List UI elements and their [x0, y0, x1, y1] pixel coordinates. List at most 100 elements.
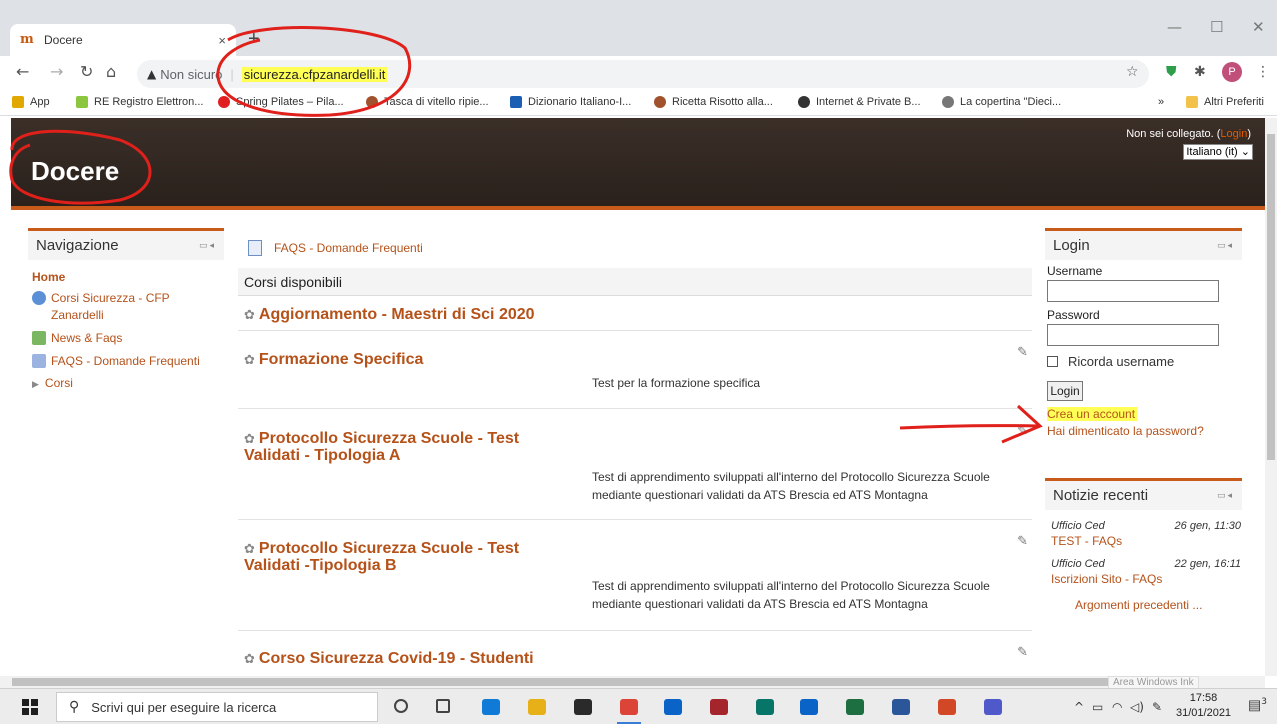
publisher-icon[interactable] [756, 699, 774, 715]
username-label: Username [1047, 264, 1103, 278]
main-content: FAQS - Domande Frequenti Corsi disponibi… [238, 228, 1032, 673]
task-view-icon[interactable] [436, 699, 450, 713]
browser-tab[interactable]: m Docere × [10, 24, 236, 56]
word-icon[interactable] [892, 699, 910, 715]
block-controls-icon[interactable]: ▭◂ [1217, 490, 1234, 501]
vertical-scrollbar[interactable] [1265, 118, 1277, 676]
file-explorer-icon[interactable] [528, 699, 546, 715]
taskbar-search-input[interactable]: ⚲ Scrivi qui per eseguire la ricerca [56, 692, 378, 722]
menu-kebab-icon[interactable]: ⋮ [1256, 64, 1270, 80]
language-select[interactable]: Italiano (it) ⌄ [1183, 144, 1253, 160]
nav-item-news[interactable]: News & Faqs [32, 330, 224, 347]
maximize-icon[interactable]: ☐ [1210, 18, 1223, 36]
address-bar-row: ← → ↻ ⌂ ▲ Non sicuro | sicurezza.cfpzana… [0, 56, 1277, 90]
nav-item-corsi[interactable]: ▶ Corsi [32, 376, 224, 390]
teams-icon[interactable] [984, 699, 1002, 715]
bookmark-star-icon[interactable]: ☆ [1126, 64, 1139, 80]
more-bookmarks-button[interactable]: » [1158, 96, 1164, 108]
forward-icon[interactable]: → [50, 62, 63, 81]
bookmark-dizionario[interactable]: Dizionario Italiano-I... [510, 96, 631, 108]
tray-overflow-icon[interactable]: ^ [1074, 700, 1084, 714]
course-title-link[interactable]: ✿ Formazione Specifica [244, 351, 564, 368]
close-tab-icon[interactable]: × [218, 33, 226, 48]
reload-icon[interactable]: ↻ [80, 62, 93, 81]
bookmarks-bar: App RE Registro Elettron... Spring Pilat… [0, 90, 1277, 116]
bookmark-copertina[interactable]: La copertina "Dieci... [942, 96, 1061, 108]
excel-icon[interactable] [846, 699, 864, 715]
login-button[interactable]: Login [1047, 381, 1083, 401]
course-title: Protocollo Sicurezza Scuole - Test Valid… [244, 540, 520, 574]
bookmark-registro[interactable]: RE Registro Elettron... [76, 96, 203, 108]
edit-course-icon[interactable]: ✎ [1017, 645, 1028, 660]
forgot-password-link[interactable]: Hai dimenticato la password? [1047, 424, 1242, 438]
remember-checkbox[interactable] [1047, 356, 1058, 367]
extensions-puzzle-icon[interactable]: ✱ [1194, 64, 1206, 80]
windows-start-icon[interactable] [22, 699, 38, 715]
faq-resource-link[interactable]: FAQS - Domande Frequenti [238, 228, 1032, 268]
nav-item-corsi-sicurezza[interactable]: Corsi Sicurezza - CFP Zanardelli [32, 290, 224, 324]
store-icon[interactable] [574, 699, 592, 715]
news-title-link[interactable]: Iscrizioni Sito - FAQs [1051, 572, 1242, 586]
bookmark-label: Spring Pilates – Pila... [236, 96, 344, 108]
bookmark-risotto[interactable]: Ricetta Risotto alla... [654, 96, 773, 108]
volume-icon[interactable]: ◁) [1130, 700, 1144, 714]
older-topics-link[interactable]: Argomenti precedenti ... [1075, 598, 1242, 612]
course-title-link[interactable]: ✿ Protocollo Sicurezza Scuole - Test Vali… [244, 540, 564, 574]
powerpoint-icon[interactable] [938, 699, 956, 715]
site-title[interactable]: Docere [31, 156, 119, 187]
course-title-link[interactable]: ✿ Aggiornamento - Maestri di Sci 2020 [244, 306, 564, 323]
back-icon[interactable]: ← [16, 62, 29, 81]
bookmark-pilates[interactable]: Spring Pilates – Pila... [218, 96, 344, 108]
header-login-link[interactable]: Login [1220, 128, 1247, 140]
bookmark-apps[interactable]: App [12, 96, 50, 108]
search-icon: ⚲ [69, 699, 80, 715]
bookmark-vitello[interactable]: Tasca di vitello ripie... [366, 96, 489, 108]
edge-icon[interactable] [482, 699, 500, 715]
nav-home[interactable]: Home [32, 270, 224, 284]
password-input[interactable] [1047, 324, 1219, 346]
course-item: ✿ Formazione Specifica ✎ Test per la form… [238, 331, 1032, 409]
outlook-icon[interactable] [800, 699, 818, 715]
shield-extension-icon[interactable]: ⛊ [1166, 64, 1177, 80]
other-bookmarks-folder[interactable]: Altri Preferiti [1186, 96, 1264, 108]
battery-icon[interactable]: ▭ [1092, 700, 1103, 714]
remember-username[interactable]: Ricorda username [1047, 354, 1242, 369]
close-window-icon[interactable]: ✕ [1252, 18, 1265, 36]
username-input[interactable] [1047, 280, 1219, 302]
minimize-icon[interactable]: — [1167, 18, 1182, 36]
block-controls-icon[interactable]: ▭◂ [1217, 240, 1234, 251]
mail-icon[interactable] [664, 699, 682, 715]
document-icon [32, 354, 46, 368]
nav-item-label: News & Faqs [51, 331, 123, 345]
home-icon[interactable]: ⌂ [106, 62, 116, 81]
course-item: ✿ Aggiornamento - Maestri di Sci 2020 [238, 296, 1032, 331]
create-account-link[interactable]: Crea un account [1047, 407, 1138, 421]
course-description: Test di apprendimento sviluppati all'int… [592, 470, 990, 502]
news-title-link[interactable]: TEST - FAQs [1051, 534, 1242, 548]
nav-item-faqs[interactable]: FAQS - Domande Frequenti [32, 353, 224, 370]
url-field[interactable]: ▲ Non sicuro | sicurezza.cfpzanardelli.i… [137, 60, 1149, 88]
pen-ink-icon[interactable]: ✎ [1152, 700, 1162, 714]
cortana-icon[interactable] [394, 699, 408, 713]
edit-course-icon[interactable]: ✎ [1017, 424, 1028, 439]
taskbar-clock[interactable]: 17:58 31/01/2021 [1176, 691, 1231, 721]
bookmark-label: App [30, 96, 50, 108]
news-author: Ufficio Ced [1051, 520, 1105, 532]
course-title-link[interactable]: ✿ Corso Sicurezza Covid-19 - Studenti [244, 650, 644, 667]
edit-course-icon[interactable]: ✎ [1017, 345, 1028, 360]
wifi-icon[interactable]: ◠ [1112, 700, 1122, 714]
new-tab-button[interactable]: + [248, 28, 260, 51]
profile-avatar[interactable]: P [1222, 62, 1242, 82]
horizontal-scroll-thumb[interactable] [12, 678, 1112, 686]
forum-icon [32, 331, 46, 345]
chrome-icon[interactable] [620, 699, 638, 715]
notifications-icon[interactable]: ▤3 [1248, 697, 1267, 714]
horizontal-scrollbar[interactable] [0, 676, 1265, 688]
course-title-link[interactable]: ✿ Protocollo Sicurezza Scuole - Test Vali… [244, 430, 564, 464]
course-description: Test di apprendimento sviluppati all'int… [592, 579, 990, 611]
vertical-scroll-thumb[interactable] [1267, 134, 1275, 460]
edit-course-icon[interactable]: ✎ [1017, 534, 1028, 549]
access-icon[interactable] [710, 699, 728, 715]
bookmark-internet[interactable]: Internet & Private B... [798, 96, 921, 108]
block-controls-icon[interactable]: ▭◂ [199, 240, 216, 251]
